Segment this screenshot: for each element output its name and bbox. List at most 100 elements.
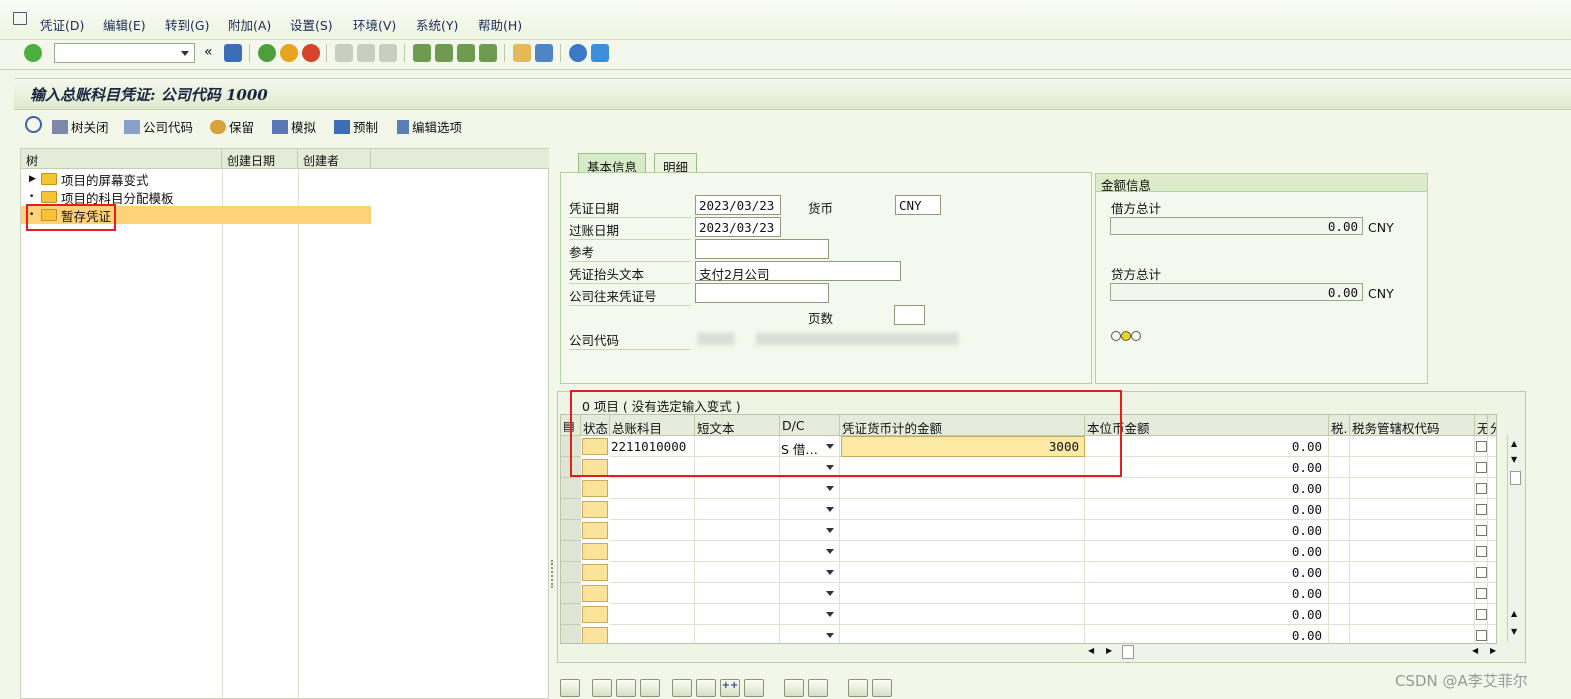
dc-dropdown-icon[interactable] (826, 591, 834, 596)
table-cell[interactable] (1350, 604, 1475, 625)
menu-goto[interactable]: 转到(G) (165, 15, 209, 34)
table-cell[interactable] (1488, 520, 1496, 541)
editing-options-button[interactable]: 编辑选项 (397, 117, 462, 136)
menu-help[interactable]: 帮助(H) (478, 15, 522, 34)
table-cell[interactable] (1488, 562, 1496, 583)
table-cell[interactable] (1329, 478, 1350, 499)
table-cell[interactable] (1488, 541, 1496, 562)
table-cell[interactable] (840, 499, 1085, 520)
table-cell[interactable] (1350, 499, 1475, 520)
menu-settings[interactable]: 设置(S) (290, 15, 333, 34)
sort-ascending-icon[interactable] (848, 679, 868, 697)
table-cell[interactable] (610, 583, 695, 604)
filter-icon[interactable] (872, 679, 892, 697)
menu-extras[interactable]: 附加(A) (228, 15, 271, 34)
dc-dropdown-icon[interactable] (826, 507, 834, 512)
table-cell[interactable] (840, 478, 1085, 499)
table-cell[interactable] (1329, 499, 1350, 520)
table-cell[interactable] (1350, 478, 1475, 499)
table-cell[interactable] (695, 541, 780, 562)
enter-check-icon[interactable] (24, 44, 42, 62)
scroll-right-icon[interactable]: ▶ (1106, 646, 1112, 655)
row-selector[interactable] (561, 478, 581, 499)
table-cell[interactable] (1329, 604, 1350, 625)
scroll-down-bottom-icon[interactable]: ▼ (1511, 627, 1517, 636)
shortcut-icon[interactable] (535, 44, 553, 62)
row-selector[interactable] (561, 562, 581, 583)
doc-date-field[interactable]: 2023/03/23 (695, 195, 781, 215)
table-cell[interactable] (1329, 457, 1350, 478)
menu-edit[interactable]: 编辑(E) (103, 15, 146, 34)
menu-voucher[interactable]: 凭证(D) (40, 15, 84, 34)
no-tax-checkbox[interactable] (1476, 588, 1487, 599)
table-cell[interactable] (610, 562, 695, 583)
no-tax-checkbox[interactable] (1476, 441, 1487, 452)
tree-col-header[interactable]: 树 (21, 149, 222, 169)
currency-field[interactable]: CNY (895, 195, 941, 215)
create-date-col-header[interactable]: 创建日期 (222, 149, 298, 169)
table-cell[interactable] (1350, 625, 1475, 643)
insert-row-icon[interactable] (672, 679, 692, 697)
table-cell[interactable] (840, 625, 1085, 643)
detail-icon[interactable] (560, 679, 580, 697)
table-cell[interactable] (1488, 436, 1496, 457)
post-date-field[interactable]: 2023/03/23 (695, 217, 781, 237)
table-cell[interactable] (1488, 625, 1496, 643)
menu-icon[interactable] (13, 12, 27, 25)
menu-environment[interactable]: 环境(V) (353, 15, 396, 34)
table-cell[interactable] (1488, 604, 1496, 625)
table-cell[interactable] (840, 583, 1085, 604)
row-selector[interactable] (561, 499, 581, 520)
row-status-button[interactable] (582, 585, 608, 602)
table-cell[interactable] (1488, 478, 1496, 499)
tree-off-button[interactable]: 树关闭 (52, 117, 109, 136)
table-cell[interactable] (1329, 583, 1350, 604)
select-all-icon[interactable] (592, 679, 612, 697)
row-status-button[interactable] (582, 564, 608, 581)
tab-details[interactable]: 明细 (654, 153, 698, 175)
select-block-icon[interactable] (616, 679, 636, 697)
horizontal-scrollbar[interactable]: ◀ ▶ ◀ ▶ (1086, 644, 1509, 660)
table-cell[interactable] (1488, 583, 1496, 604)
delete-row-icon[interactable] (744, 679, 764, 697)
table-cell[interactable] (610, 541, 695, 562)
no-tax-checkbox[interactable] (1476, 609, 1487, 620)
back-icon[interactable] (258, 44, 276, 62)
no-tax-checkbox[interactable] (1476, 483, 1487, 494)
paste-icon[interactable] (808, 679, 828, 697)
hold-button[interactable]: 预制 (334, 117, 378, 136)
table-cell[interactable] (695, 583, 780, 604)
table-cell[interactable] (1488, 457, 1496, 478)
table-cell[interactable] (1350, 541, 1475, 562)
row-selector[interactable] (561, 625, 581, 643)
dc-dropdown-icon[interactable] (826, 549, 834, 554)
table-cell[interactable] (1329, 436, 1350, 457)
table-cell[interactable] (695, 604, 780, 625)
inter-company-field[interactable] (695, 283, 829, 303)
table-cell[interactable] (695, 499, 780, 520)
row-status-button[interactable] (582, 501, 608, 518)
row-selector[interactable] (561, 604, 581, 625)
scroll-left-icon[interactable]: ◀ (1088, 646, 1094, 655)
prev-page-icon[interactable] (435, 44, 453, 62)
splitter-handle[interactable] (551, 560, 554, 588)
table-cell[interactable] (1350, 562, 1475, 583)
dc-dropdown-icon[interactable] (826, 612, 834, 617)
no-tax-checkbox[interactable] (1476, 567, 1487, 578)
col-tax[interactable]: 税. (1329, 415, 1350, 436)
creator-col-header[interactable]: 创建者 (298, 149, 371, 169)
table-cell[interactable] (1488, 499, 1496, 520)
table-cell[interactable] (695, 625, 780, 643)
no-tax-checkbox[interactable] (1476, 525, 1487, 536)
table-cell[interactable] (610, 520, 695, 541)
table-cell[interactable] (610, 478, 695, 499)
scroll-down-icon[interactable]: ▼ (1511, 455, 1517, 464)
no-tax-checkbox[interactable] (1476, 462, 1487, 473)
row-status-button[interactable] (582, 606, 608, 623)
row-selector[interactable] (561, 583, 581, 604)
table-cell[interactable] (1329, 562, 1350, 583)
refresh-icon[interactable] (25, 116, 42, 133)
find-next-icon[interactable] (379, 44, 397, 62)
col-no-tax[interactable]: 无 (1475, 415, 1488, 436)
table-cell[interactable] (610, 625, 695, 643)
